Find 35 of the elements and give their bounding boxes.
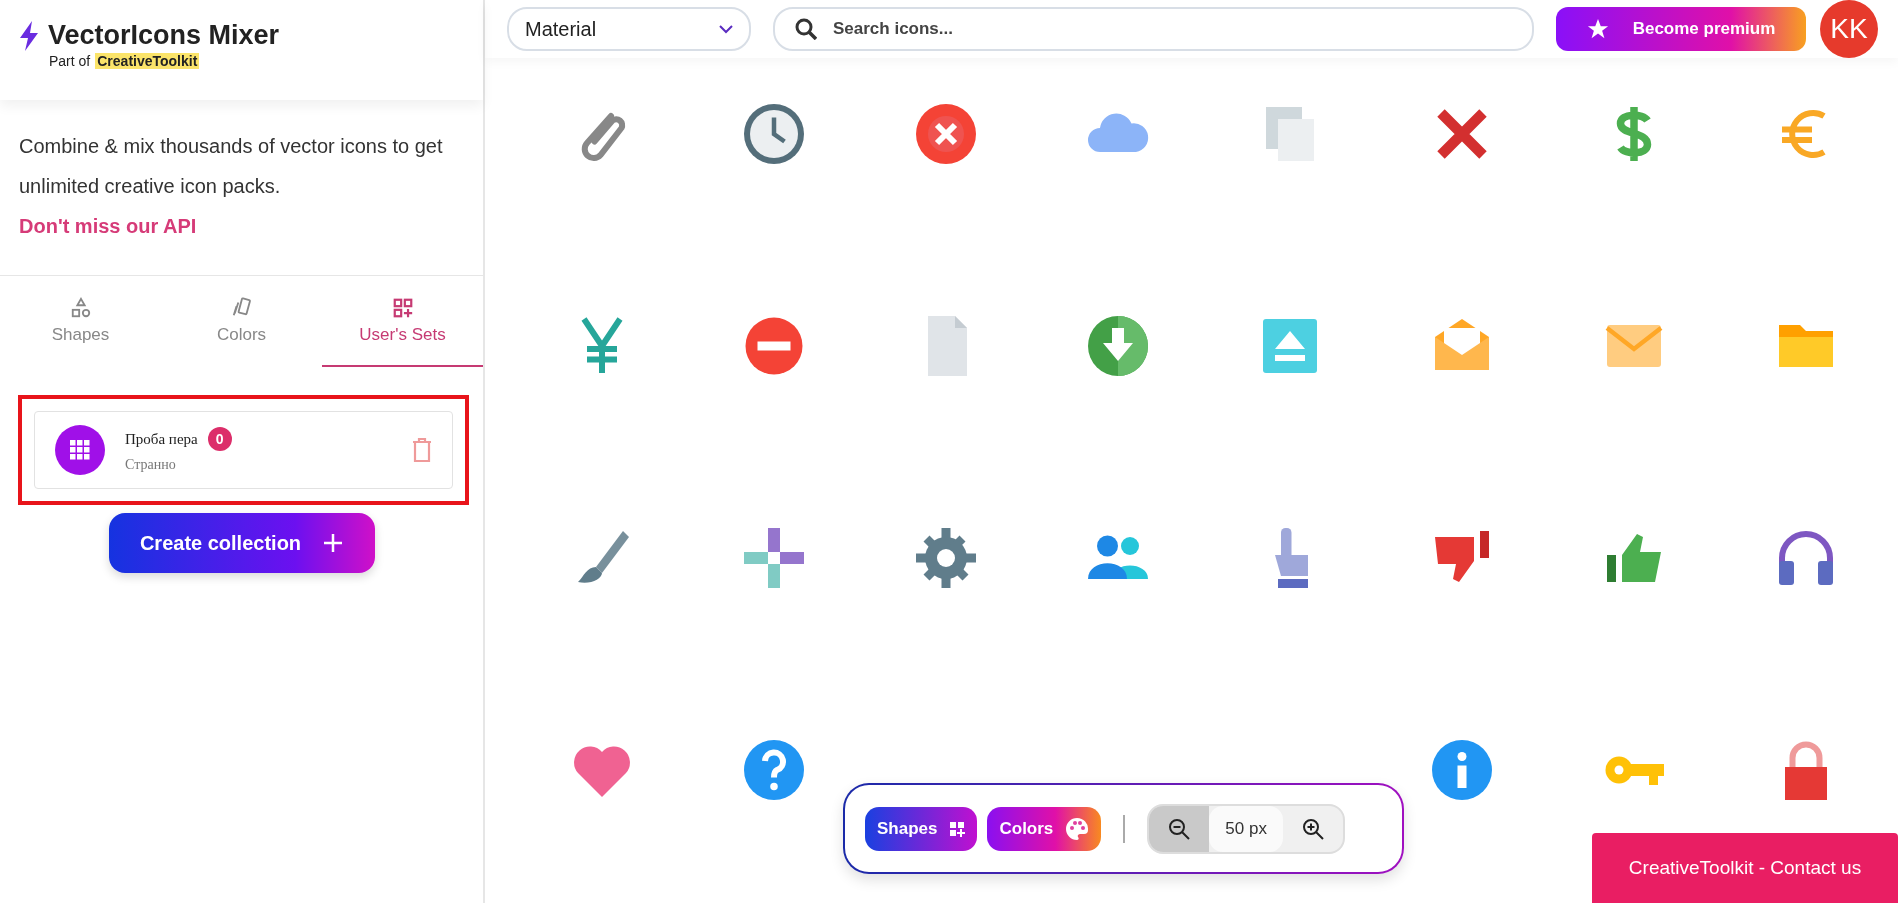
shapes-icon — [69, 296, 92, 319]
delete-icon[interactable] — [412, 438, 432, 462]
brand-highlight: CreativeToolkit — [95, 53, 200, 69]
zoom-out-button[interactable] — [1149, 805, 1210, 852]
collection-card[interactable]: Проба пера 0 Странно — [34, 411, 453, 489]
search-field[interactable]: Search icons... — [773, 7, 1534, 51]
description-text: Combine & mix thousands of vector icons to get unlimited creative icon packs. Don't miss our API — [18, 134, 444, 239]
star-icon — [1586, 18, 1609, 40]
api-link[interactable]: Don't miss our API — [19, 215, 197, 237]
user-avatar[interactable]: KK — [1820, 0, 1878, 58]
zoom-in-icon — [1301, 817, 1324, 840]
count-badge: 0 — [207, 427, 232, 451]
search-icon — [795, 18, 817, 40]
tab[interactable]: Shapes — [0, 276, 161, 367]
collection-name: Проба пера — [125, 430, 198, 448]
zoom-out-icon — [1168, 817, 1191, 840]
palette-icon — [1065, 816, 1090, 841]
collection-description: Странно — [125, 457, 177, 473]
become-premium-button[interactable]: Become premium — [1556, 7, 1806, 51]
zoom-value: 50 px — [1209, 805, 1283, 852]
tab[interactable]: User's Sets — [322, 276, 483, 367]
lightning-icon — [18, 20, 40, 51]
grid-avatar-icon — [55, 425, 105, 475]
create-collection-button[interactable]: Create collection — [108, 513, 375, 573]
subtitle-text: Part of — [49, 53, 91, 69]
library-select[interactable]: Material — [507, 7, 751, 51]
plus-icon — [323, 533, 344, 553]
colors-button[interactable]: Colors — [987, 806, 1102, 851]
chevron-down-icon — [719, 24, 733, 34]
contact-button[interactable]: CreativeToolkit - Contact us — [1592, 833, 1898, 903]
app-title: VectorIcons Mixer — [48, 20, 280, 51]
shapes-button[interactable]: Shapes — [865, 806, 978, 851]
add-grid-icon — [949, 820, 966, 837]
add-grid-icon — [391, 296, 414, 319]
tab[interactable]: Colors — [161, 276, 322, 367]
